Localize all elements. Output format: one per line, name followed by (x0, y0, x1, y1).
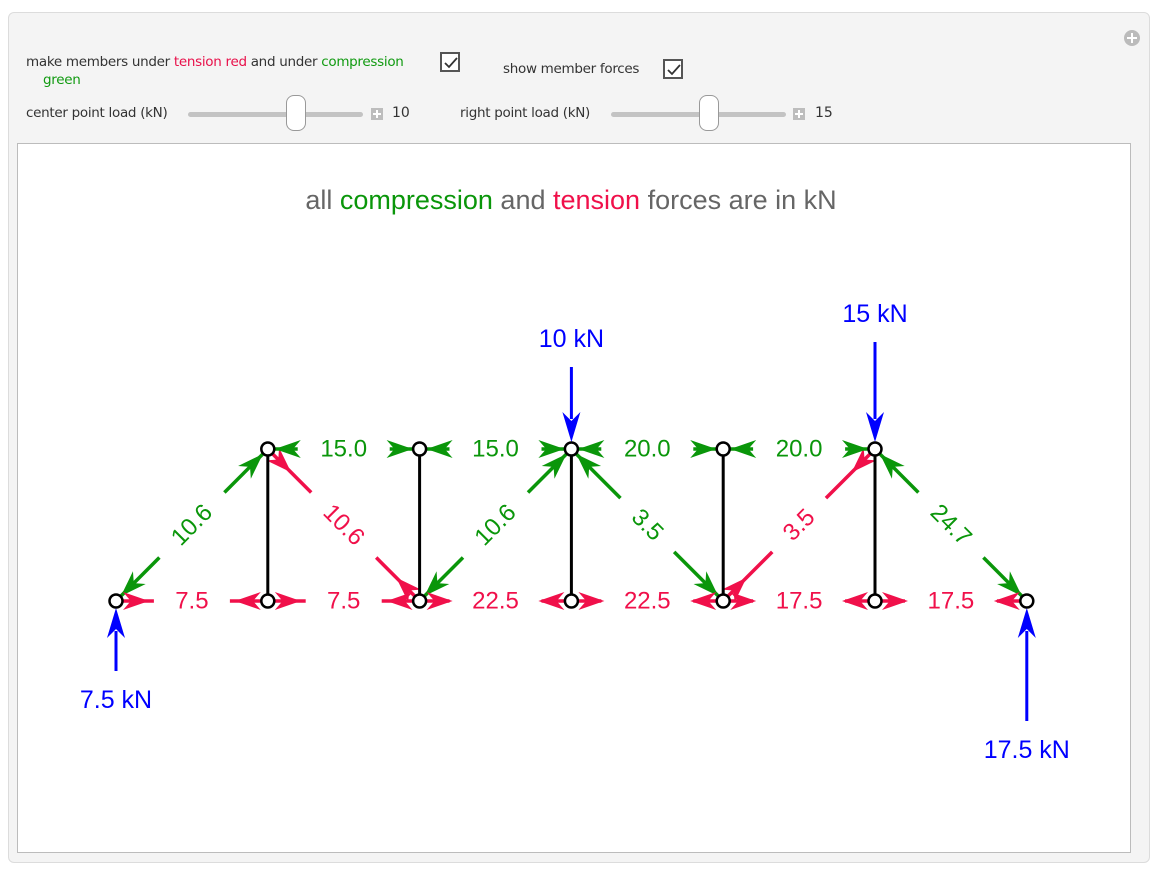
member-force-label: 15.0 (320, 436, 367, 463)
member-force-label: 3.5 (626, 504, 669, 547)
member-force-label: 17.5 (776, 588, 823, 615)
truss-node (715, 441, 731, 457)
member-force-label: 10.6 (166, 499, 218, 551)
truss-node (715, 593, 731, 609)
member-force-label: 17.5 (928, 588, 975, 615)
member-force-label: 7.5 (175, 588, 208, 615)
truss-node (867, 441, 883, 457)
member-force-label: 7.5 (327, 588, 360, 615)
truss-diagram: 10.6 10.6 10.6 3.5 3.5 24.7 15.0 15.0 20.0 20.0 7.… (80, 300, 1070, 764)
truss-node (411, 593, 428, 609)
member-force-label: 15.0 (472, 436, 519, 463)
load-label: 10 kN (539, 325, 604, 353)
truss-node (108, 593, 124, 609)
truss-node (563, 441, 580, 457)
truss-node (867, 593, 883, 609)
reaction-label: 17.5 kN (984, 736, 1070, 764)
member-force-label: 22.5 (624, 588, 671, 615)
truss-node (260, 441, 276, 457)
load-label: 15 kN (842, 300, 907, 328)
truss-node (411, 441, 428, 457)
member-force-label: 20.0 (776, 436, 823, 463)
reaction-label: 7.5 kN (80, 686, 152, 714)
member-force-label: 20.0 (624, 436, 671, 463)
truss-node (260, 593, 276, 609)
member-force-label: 3.5 (778, 504, 821, 547)
truss-node (563, 593, 580, 609)
member-force-label: 10.6 (318, 499, 370, 551)
truss-node (1019, 593, 1035, 609)
member-force-label: 24.7 (925, 499, 977, 551)
member-force-label: 10.6 (469, 499, 521, 551)
member-force-label: 22.5 (472, 588, 519, 615)
